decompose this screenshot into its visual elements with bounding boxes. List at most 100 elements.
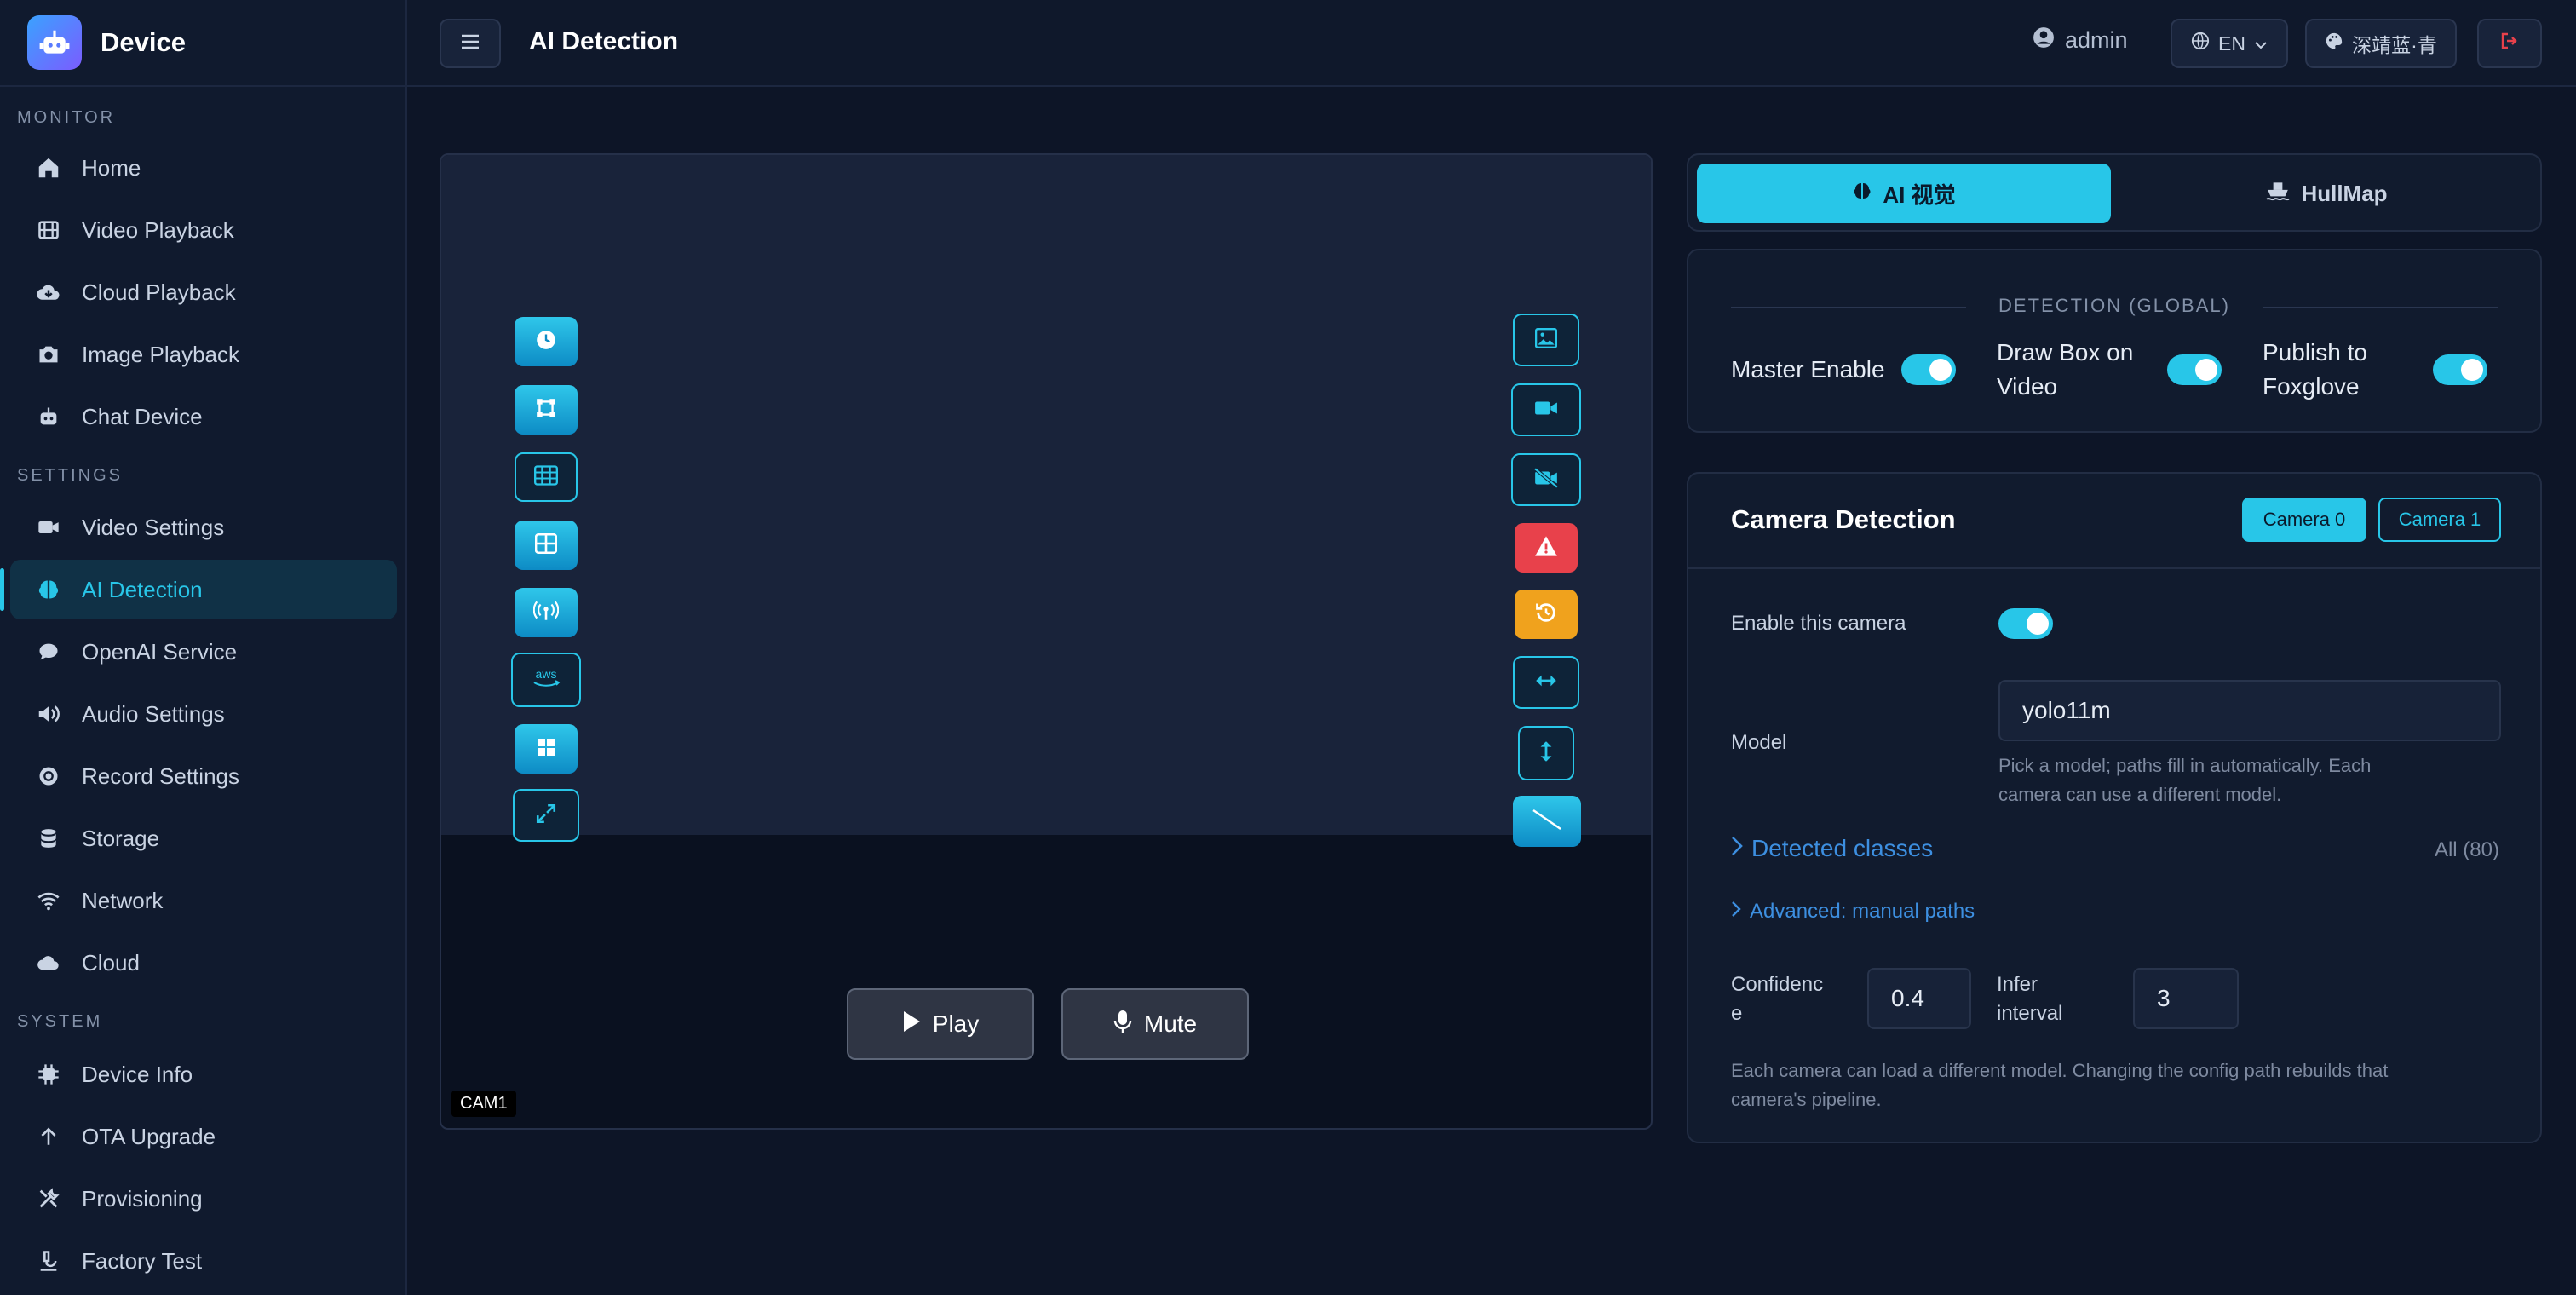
sidebar-item-ai-detection[interactable]: AI Detection xyxy=(0,560,397,619)
infer-interval-input[interactable]: 3 xyxy=(2133,968,2239,1029)
confidence-label-line1: Confidenc xyxy=(1731,973,1824,996)
image-icon xyxy=(1534,327,1558,353)
publish-foxglove-toggle[interactable] xyxy=(2433,354,2487,385)
sidebar-item-image-playback[interactable]: Image Playback xyxy=(10,325,397,384)
sidebar-item-label: Cloud xyxy=(82,949,140,976)
video-camera-icon xyxy=(1534,399,1558,422)
clock-button[interactable] xyxy=(515,317,578,366)
home-icon xyxy=(34,153,63,182)
camera-1-button[interactable]: Camera 1 xyxy=(2378,498,2501,542)
aws-icon: aws xyxy=(527,665,565,695)
microphone-icon xyxy=(1113,1010,1132,1039)
warning-icon xyxy=(1534,535,1558,561)
sidebar-item-label: Record Settings xyxy=(82,763,239,789)
detected-classes-toggle[interactable]: Detected classes xyxy=(1731,835,1933,862)
broadcast-button[interactable] xyxy=(515,588,578,637)
model-hint-line1: Pick a model; paths fill in automaticall… xyxy=(1998,755,2372,776)
infer-interval-label-line1: Infer xyxy=(1997,973,2038,996)
bounding-box-button[interactable] xyxy=(515,385,578,435)
flip-vertical-button[interactable] xyxy=(1518,726,1574,780)
user-menu[interactable]: admin xyxy=(2033,26,2128,55)
fullscreen-button[interactable] xyxy=(513,789,579,842)
play-label: Play xyxy=(932,1010,980,1037)
language-select[interactable]: EN xyxy=(2171,19,2288,68)
section-title-monitor: MONITOR xyxy=(17,108,116,127)
sidebar-item-video-settings[interactable]: Video Settings xyxy=(10,498,397,557)
database-icon xyxy=(34,824,63,853)
record-video-button[interactable] xyxy=(1511,383,1581,436)
infer-interval-label-line2: interval xyxy=(1997,1002,2063,1025)
sidebar: Device MONITOR Home Video Playback Cloud… xyxy=(0,0,407,1295)
master-enable-label: Master Enable xyxy=(1731,356,1885,383)
sidebar-item-ota-upgrade[interactable]: OTA Upgrade xyxy=(10,1107,397,1166)
sidebar-item-cloud-playback[interactable]: Cloud Playback xyxy=(10,262,397,322)
sidebar-item-home[interactable]: Home xyxy=(10,138,397,198)
enable-camera-label: Enable this camera xyxy=(1731,612,1906,635)
sidebar-item-cloud[interactable]: Cloud xyxy=(10,933,397,993)
history-button[interactable] xyxy=(1515,590,1578,639)
sidebar-item-label: AI Detection xyxy=(82,576,203,602)
sidebar-item-chat-device[interactable]: Chat Device xyxy=(10,387,397,446)
arrow-up-icon xyxy=(34,1122,63,1151)
section-title-settings: SETTINGS xyxy=(17,466,124,485)
draw-box-label-line2: Video xyxy=(1997,373,2058,400)
logout-button[interactable] xyxy=(2477,19,2542,68)
play-button[interactable]: Play xyxy=(847,988,1034,1060)
camera-0-button[interactable]: Camera 0 xyxy=(2242,498,2366,542)
sidebar-item-video-playback[interactable]: Video Playback xyxy=(10,200,397,260)
alarm-button[interactable] xyxy=(1515,523,1578,573)
stop-video-button[interactable] xyxy=(1511,453,1581,506)
mute-label: Mute xyxy=(1143,1010,1198,1037)
clock-icon xyxy=(535,329,557,355)
enable-camera-toggle[interactable] xyxy=(1998,608,2053,639)
brand[interactable]: Device xyxy=(0,0,405,87)
sidebar-item-label: OpenAI Service xyxy=(82,638,238,665)
layout-button[interactable] xyxy=(515,521,578,570)
sidebar-item-network[interactable]: Network xyxy=(10,871,397,930)
sidebar-item-storage[interactable]: Storage xyxy=(10,809,397,868)
video-icon xyxy=(34,513,63,542)
theme-select[interactable]: 深靖蓝·青 xyxy=(2305,19,2457,68)
video-off-icon xyxy=(1533,467,1559,492)
tab-hullmap-label: HullMap xyxy=(2301,180,2388,206)
sidebar-item-label: Cloud Playback xyxy=(82,279,236,305)
sidebar-item-audio-settings[interactable]: Audio Settings xyxy=(10,684,397,744)
panel-divider xyxy=(1688,567,2540,569)
model-input[interactable]: yolo11m xyxy=(1998,680,2501,741)
menu-toggle-button[interactable] xyxy=(440,19,501,68)
cloud-download-icon xyxy=(34,278,63,307)
draw-box-toggle[interactable] xyxy=(2167,354,2222,385)
wifi-icon xyxy=(34,886,63,915)
chevron-right-icon xyxy=(1731,900,1741,924)
video-player[interactable]: aws Play Mute CAM1 xyxy=(440,153,1653,1130)
globe-icon xyxy=(2191,32,2210,55)
grid-button[interactable] xyxy=(515,452,578,502)
line-tool-icon xyxy=(1530,807,1564,837)
windows-button[interactable] xyxy=(515,724,578,774)
draw-line-button[interactable] xyxy=(1513,796,1581,847)
footer-note-line2: camera's pipeline. xyxy=(1731,1089,1882,1110)
snapshot-button[interactable] xyxy=(1513,314,1579,366)
sidebar-item-label: Home xyxy=(82,154,141,181)
confidence-input[interactable]: 0.4 xyxy=(1867,968,1971,1029)
chevron-down-icon xyxy=(2254,32,2268,55)
flip-horizontal-button[interactable] xyxy=(1513,656,1579,709)
arrows-vertical-icon xyxy=(1538,739,1555,768)
sidebar-item-device-info[interactable]: Device Info xyxy=(10,1045,397,1104)
advanced-paths-toggle[interactable]: Advanced: manual paths xyxy=(1731,900,1975,924)
mute-button[interactable]: Mute xyxy=(1061,988,1249,1060)
sidebar-item-openai-service[interactable]: OpenAI Service xyxy=(10,622,397,682)
master-enable-toggle[interactable] xyxy=(1901,354,1956,385)
tab-ai-vision[interactable]: AI 视觉 xyxy=(1697,164,2111,223)
sidebar-item-factory-test[interactable]: Factory Test xyxy=(10,1231,397,1291)
robot-icon xyxy=(34,402,63,431)
windows-icon xyxy=(536,737,556,762)
classes-count: All (80) xyxy=(2434,838,2499,861)
tab-hullmap[interactable]: HullMap xyxy=(2119,164,2533,223)
video-canvas xyxy=(441,155,1651,835)
sidebar-item-provisioning[interactable]: Provisioning xyxy=(10,1169,397,1229)
aws-button[interactable]: aws xyxy=(511,653,581,707)
sidebar-item-record-settings[interactable]: Record Settings xyxy=(10,746,397,806)
divider-right xyxy=(2263,307,2498,308)
draw-box-label-line1: Draw Box on xyxy=(1997,339,2134,365)
